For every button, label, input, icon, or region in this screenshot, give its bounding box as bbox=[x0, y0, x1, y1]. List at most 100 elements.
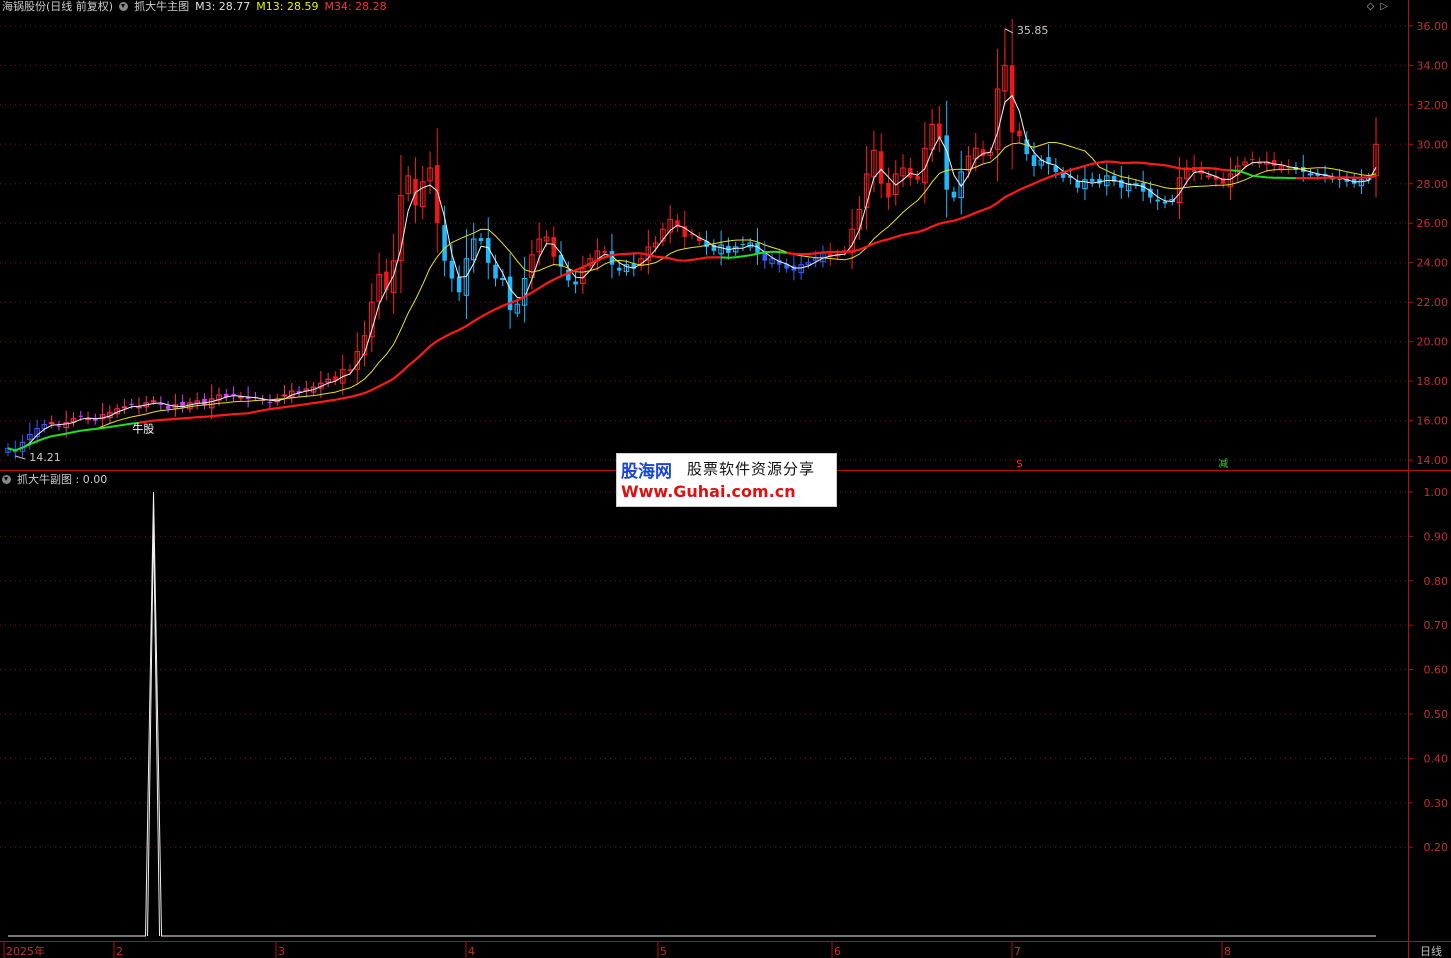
price-tick-label: 18.00 bbox=[1417, 375, 1449, 388]
time-label: 2025年 bbox=[6, 944, 45, 958]
sub-tick-label: 0.80 bbox=[1424, 575, 1449, 588]
main-chart-header: 海锅股份(日线 前复权) 抓大牛主图 M3: 28.77 M13: 28.59 M34:… bbox=[2, 0, 393, 14]
reduce-marker: 减 bbox=[1218, 458, 1228, 470]
candle-body-down bbox=[493, 264, 498, 279]
sub-indicator-name[interactable]: 抓大牛副图 : 0.00 bbox=[17, 473, 107, 486]
price-tick-label: 24.00 bbox=[1417, 257, 1449, 270]
diamond-icon[interactable]: ◇ bbox=[1367, 1, 1381, 12]
candle-body-down bbox=[507, 276, 513, 311]
candle-body-up bbox=[85, 418, 91, 421]
candle-body-down bbox=[165, 405, 171, 409]
candle-body-down bbox=[158, 403, 164, 405]
price-tick-label: 26.00 bbox=[1417, 217, 1449, 230]
candle-body-down bbox=[384, 271, 389, 291]
candle-body-down bbox=[602, 250, 607, 253]
candle-body-up bbox=[1205, 175, 1212, 178]
window-controls: ◇▷ bbox=[1367, 1, 1394, 12]
s-marker: S bbox=[1016, 459, 1022, 470]
signal-niugu-label: 牛股 bbox=[132, 421, 154, 435]
time-label: 8 bbox=[1224, 945, 1231, 958]
candle-body-up bbox=[150, 400, 157, 403]
candle-body-down bbox=[944, 135, 949, 190]
ma34-line bbox=[138, 160, 1377, 424]
sub-tick-label: 0.40 bbox=[1424, 752, 1449, 765]
time-label: 5 bbox=[660, 945, 667, 958]
candle-body-down bbox=[616, 267, 622, 271]
ma3-line bbox=[7, 94, 1377, 451]
time-label: 2 bbox=[116, 945, 123, 958]
sub-tick-label: 0.90 bbox=[1424, 530, 1449, 543]
sub-chart-header: 抓大牛副图 : 0.00 bbox=[2, 473, 113, 487]
candle-body-down bbox=[1271, 160, 1277, 166]
candle-body-down bbox=[573, 281, 578, 285]
stock-title: 海锅股份(日线 前复权) bbox=[2, 0, 114, 13]
triangle-icon[interactable]: ▷ bbox=[1380, 1, 1394, 12]
price-tick-label: 32.00 bbox=[1417, 99, 1449, 112]
time-label: 6 bbox=[834, 945, 841, 958]
sub-indicator-menu-icon[interactable] bbox=[2, 474, 11, 484]
watermark-banner: 股海网 股票软件资源分享 Www.Guhai.com.cn bbox=[616, 453, 837, 507]
ma13-line bbox=[7, 142, 1377, 451]
watermark-logo: 股海网 bbox=[621, 462, 672, 482]
time-label: 7 bbox=[1014, 945, 1021, 958]
candle-body-down bbox=[78, 415, 84, 417]
time-label: 4 bbox=[468, 945, 475, 958]
price-tick-label: 22.00 bbox=[1417, 296, 1449, 309]
candle-body-down bbox=[478, 238, 484, 242]
price-tick-label: 36.00 bbox=[1417, 20, 1449, 33]
candle-body-up bbox=[500, 278, 506, 281]
high-annotation: 35.85 bbox=[1017, 24, 1048, 37]
candle-body-down bbox=[1119, 179, 1124, 188]
sub-tick-label: 1.00 bbox=[1424, 486, 1449, 499]
price-tick-label: 34.00 bbox=[1417, 59, 1449, 72]
candle-body-down bbox=[878, 151, 884, 184]
candle-body-down bbox=[56, 425, 62, 427]
candle-body-down bbox=[566, 269, 571, 281]
candle-body-up bbox=[238, 396, 244, 399]
ma3-label: M3: 28.77 bbox=[195, 0, 251, 13]
candle-body-down bbox=[456, 276, 462, 293]
price-tick-label: 30.00 bbox=[1417, 138, 1449, 151]
candle-body-down bbox=[915, 175, 920, 180]
candle-body-down bbox=[1031, 155, 1037, 166]
stock-chart-window: 14.00 16.00 18.00 20.00 22.00 24.00 26.00 28.00… bbox=[0, 0, 1451, 958]
candle-body-down bbox=[202, 398, 207, 405]
candle-body-down bbox=[231, 394, 236, 395]
candle-body-down bbox=[267, 401, 273, 403]
candle-body-down bbox=[129, 403, 134, 405]
price-tick-label: 28.00 bbox=[1417, 178, 1449, 191]
ma34-line-flat bbox=[7, 169, 1297, 452]
indicator-menu-icon[interactable] bbox=[119, 1, 129, 11]
candle-body-down bbox=[442, 225, 447, 261]
candle-body-down bbox=[740, 243, 746, 245]
ma34-label: M34: 28.28 bbox=[324, 0, 387, 13]
period-label: 日线 bbox=[1420, 944, 1442, 958]
candle-body-down bbox=[1337, 178, 1342, 180]
price-tick-label: 14.00 bbox=[1417, 454, 1449, 467]
sub-tick-label: 0.60 bbox=[1424, 664, 1449, 677]
candle-body-up bbox=[281, 394, 288, 397]
sub-tick-label: 0.50 bbox=[1424, 708, 1449, 721]
candle-body-down bbox=[951, 191, 957, 198]
candle-body-down bbox=[1075, 180, 1080, 188]
indicator-name[interactable]: 抓大牛主图 bbox=[134, 0, 189, 13]
ma13-label: M13: 28.59 bbox=[256, 0, 319, 13]
candle-body-down bbox=[886, 182, 891, 198]
low-annotation: 14.21 bbox=[29, 451, 61, 464]
time-label: 3 bbox=[278, 945, 285, 958]
sub-tick-label: 0.20 bbox=[1424, 841, 1449, 854]
sub-tick-label: 0.30 bbox=[1424, 797, 1449, 810]
sub-tick-label: 0.70 bbox=[1424, 619, 1449, 632]
price-tick-label: 16.00 bbox=[1417, 415, 1449, 428]
candle-body-down bbox=[1250, 159, 1255, 161]
candle-body-down bbox=[449, 260, 455, 279]
candle-body-down bbox=[1162, 201, 1168, 204]
candle-body-down bbox=[435, 165, 440, 224]
low-arrow bbox=[15, 455, 26, 460]
candle-body-down bbox=[1017, 130, 1022, 137]
candle-body-down bbox=[1155, 199, 1160, 202]
candle-body-up bbox=[48, 422, 55, 425]
candle-body-down bbox=[1089, 178, 1095, 182]
price-tick-label: 20.00 bbox=[1417, 336, 1449, 349]
watermark-tagline: 股票软件资源分享 bbox=[687, 460, 816, 478]
